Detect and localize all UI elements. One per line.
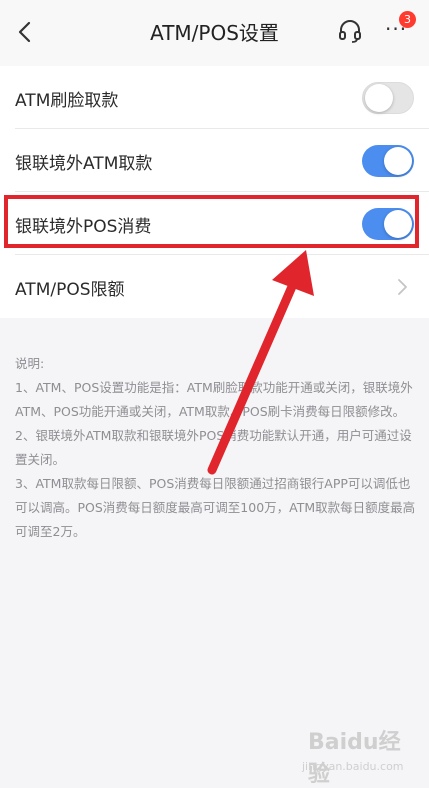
toggle-knob	[384, 210, 412, 238]
notes-heading: 说明:	[15, 356, 45, 371]
setting-label: 银联境外POS消费	[15, 217, 152, 237]
setting-atm-face-withdrawal: ATM刷脸取款	[0, 66, 429, 129]
setting-atm-pos-limit[interactable]: ATM/POS限额	[0, 255, 429, 318]
page-title: ATM/POS设置	[150, 21, 279, 45]
setting-label: ATM/POS限额	[15, 280, 125, 300]
settings-list: ATM刷脸取款 银联境外ATM取款 银联境外POS消费 ATM/POS限额	[0, 66, 429, 318]
watermark-url: jingyan.baidu.com	[302, 760, 404, 773]
watermark-logo: Baidu经验	[308, 730, 401, 787]
chevron-right-icon	[398, 279, 407, 295]
notes-line: 1、ATM、POS设置功能是指：ATM刷脸取款功能开通或关闭，银联境外ATM、P…	[15, 380, 413, 419]
headset-icon[interactable]	[337, 18, 363, 44]
setting-label: ATM刷脸取款	[15, 91, 119, 111]
setting-label: 银联境外ATM取款	[15, 154, 153, 174]
toggle-switch-on[interactable]	[362, 208, 414, 240]
setting-unionpay-overseas-atm: 银联境外ATM取款	[0, 129, 429, 192]
setting-unionpay-overseas-pos: 银联境外POS消费	[0, 192, 429, 255]
watermark: Baidu经验 jingyan.baidu.com	[302, 724, 422, 787]
toggle-knob	[365, 84, 393, 112]
toggle-switch-off[interactable]	[362, 82, 414, 114]
notes-line: 2、银联境外ATM取款和银联境外POS消费功能默认开通，用户可通过设置关闭。	[15, 428, 412, 467]
notification-badge: 3	[399, 11, 416, 28]
toggle-switch-on[interactable]	[362, 145, 414, 177]
notes-line: 3、ATM取款每日限额、POS消费每日限额通过招商银行APP可以调低也可以调高。…	[15, 476, 416, 539]
toggle-knob	[384, 147, 412, 175]
notes-section: 说明: 1、ATM、POS设置功能是指：ATM刷脸取款功能开通或关闭，银联境外A…	[15, 352, 417, 544]
navigation-bar: ATM/POS设置 ··· 3	[0, 0, 429, 66]
